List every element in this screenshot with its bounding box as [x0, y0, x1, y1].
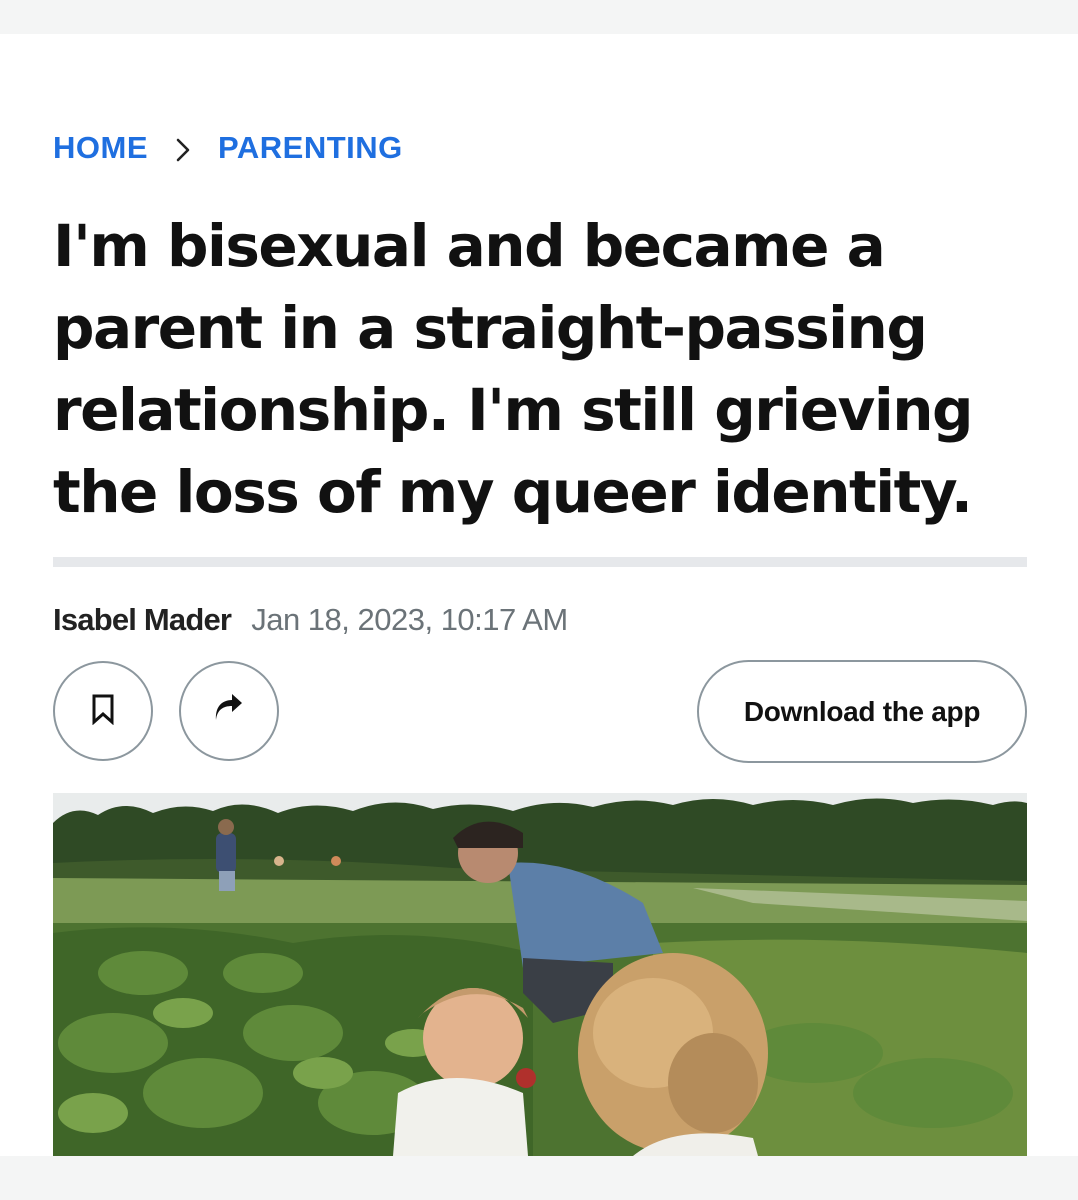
breadcrumb: HOME PARENTING: [53, 128, 403, 168]
chevron-right-icon: [148, 130, 218, 166]
bookmark-icon: [89, 693, 117, 730]
author-name[interactable]: Isabel Mader: [53, 602, 232, 638]
publish-date: Jan 18, 2023, 10:17 AM: [251, 602, 568, 637]
bookmark-button[interactable]: [53, 661, 153, 761]
byline: Isabel Mader Jan 18, 2023, 10:17 AM: [53, 598, 568, 642]
download-app-button[interactable]: Download the app: [697, 660, 1027, 763]
headline-divider: [53, 557, 1027, 567]
top-status-band: [0, 0, 1078, 34]
breadcrumb-parenting-link[interactable]: PARENTING: [218, 130, 403, 166]
breadcrumb-home-link[interactable]: HOME: [53, 130, 148, 166]
share-arrow-icon: [212, 693, 246, 729]
article-headline: I'm bisexual and became a parent in a st…: [53, 212, 974, 526]
share-button[interactable]: [179, 661, 279, 761]
article-hero-image: [53, 793, 1027, 1156]
bottom-band: [0, 1156, 1078, 1200]
